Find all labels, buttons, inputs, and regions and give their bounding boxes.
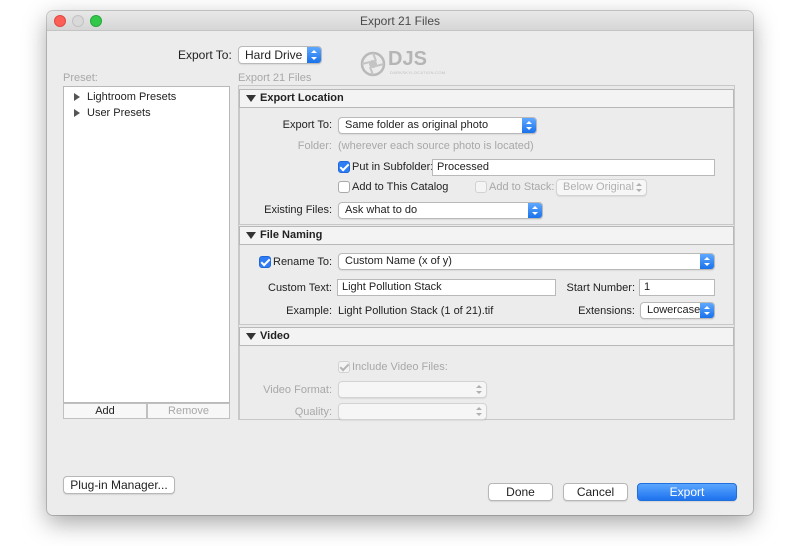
popup-stepper-icon: [522, 118, 536, 133]
close-window-button[interactable]: [54, 15, 66, 27]
export-destination-value: Hard Drive: [245, 48, 303, 62]
logo-text: DJS: [388, 48, 427, 70]
add-to-catalog-checkbox[interactable]: [338, 181, 350, 193]
add-to-stack-checkbox[interactable]: [475, 181, 487, 193]
window-title: Export 21 Files: [359, 14, 441, 28]
zoom-window-button[interactable]: [90, 15, 102, 27]
rename-template-value: Custom Name (x of y): [345, 255, 452, 267]
quality-label: Quality:: [294, 406, 332, 418]
put-in-subfolder-label: Put in Subfolder:: [352, 161, 434, 173]
stack-position-popup[interactable]: Below Original: [556, 179, 647, 196]
export-destination-popup[interactable]: Hard Drive: [238, 46, 322, 64]
section-title: Export Location: [260, 92, 344, 104]
collapse-triangle-icon: [246, 95, 256, 102]
start-number-label: Start Number:: [566, 282, 635, 294]
location-export-to-value: Same folder as original photo: [345, 119, 489, 131]
quality-popup[interactable]: [338, 403, 487, 420]
rename-template-popup[interactable]: Custom Name (x of y): [338, 253, 715, 270]
folder-label: Folder:: [297, 140, 332, 152]
export-button[interactable]: Export: [637, 483, 737, 501]
popup-stepper-icon: [307, 47, 321, 63]
export-location-header[interactable]: Export Location: [239, 89, 734, 108]
file-naming-header[interactable]: File Naming: [239, 226, 734, 245]
put-in-subfolder-checkbox[interactable]: [338, 161, 350, 173]
done-button[interactable]: Done: [488, 483, 553, 501]
example-label: Example:: [286, 305, 332, 317]
include-video-checkbox[interactable]: [338, 361, 350, 373]
video-header[interactable]: Video: [239, 327, 734, 346]
popup-stepper-icon: [528, 203, 542, 218]
disclosure-triangle-icon[interactable]: [74, 93, 80, 101]
popup-stepper-icon: [700, 254, 714, 269]
section-title: File Naming: [260, 229, 323, 241]
include-video-label: Include Video Files:: [352, 361, 448, 373]
section-title: Video: [260, 330, 290, 342]
cancel-button[interactable]: Cancel: [563, 483, 628, 501]
extensions-value: Lowercase: [647, 304, 701, 316]
extensions-popup[interactable]: Lowercase: [640, 302, 715, 319]
subfolder-name-field[interactable]: Processed: [432, 159, 715, 176]
existing-files-value: Ask what to do: [345, 204, 418, 216]
add-to-stack-label: Add to Stack:: [489, 181, 555, 193]
popup-stepper-icon: [472, 404, 486, 419]
location-export-to-popup[interactable]: Same folder as original photo: [338, 117, 537, 134]
export-to-label: Export To:: [178, 48, 232, 62]
preset-folder-label: Lightroom Presets: [87, 91, 177, 103]
existing-files-popup[interactable]: Ask what to do: [338, 202, 543, 219]
preset-list: Lightroom Presets User Presets: [63, 86, 230, 403]
stack-position-value: Below Original: [563, 181, 634, 193]
preset-folder-lightroom[interactable]: Lightroom Presets: [74, 91, 176, 103]
custom-text-field[interactable]: Light Pollution Stack: [337, 279, 556, 296]
preset-folder-label: User Presets: [87, 107, 151, 119]
popup-stepper-icon: [472, 382, 486, 397]
preset-folder-user[interactable]: User Presets: [74, 107, 151, 119]
plugin-manager-button[interactable]: Plug-in Manager...: [63, 476, 175, 494]
add-preset-button[interactable]: Add: [63, 403, 147, 419]
disclosure-triangle-icon[interactable]: [74, 109, 80, 117]
start-number-field[interactable]: 1: [639, 279, 715, 296]
video-format-popup[interactable]: [338, 381, 487, 398]
add-to-catalog-label: Add to This Catalog: [352, 181, 449, 193]
custom-text-label: Custom Text:: [268, 282, 332, 294]
rename-to-label: Rename To:: [273, 256, 333, 268]
djs-logo: DJS DARKSKYLOCATION.COM: [360, 48, 450, 80]
folder-value: (wherever each source photo is located): [338, 140, 534, 152]
example-filename: Light Pollution Stack (1 of 21).tif: [338, 305, 494, 317]
extensions-label: Extensions:: [578, 305, 635, 317]
title-bar: Export 21 Files: [47, 11, 753, 31]
popup-stepper-icon: [632, 180, 646, 195]
minimize-window-button[interactable]: [72, 15, 84, 27]
location-export-to-label: Export To:: [282, 119, 332, 131]
rename-to-checkbox[interactable]: [259, 256, 271, 268]
preset-label: Preset:: [63, 72, 98, 84]
dialog-subtitle: Export 21 Files: [238, 72, 312, 84]
popup-stepper-icon: [700, 303, 714, 318]
logo-subtext: DARKSKYLOCATION.COM: [390, 70, 446, 75]
collapse-triangle-icon: [246, 333, 256, 340]
existing-files-label: Existing Files:: [264, 204, 332, 216]
collapse-triangle-icon: [246, 232, 256, 239]
remove-preset-button[interactable]: Remove: [147, 403, 230, 419]
video-format-label: Video Format:: [263, 384, 332, 396]
